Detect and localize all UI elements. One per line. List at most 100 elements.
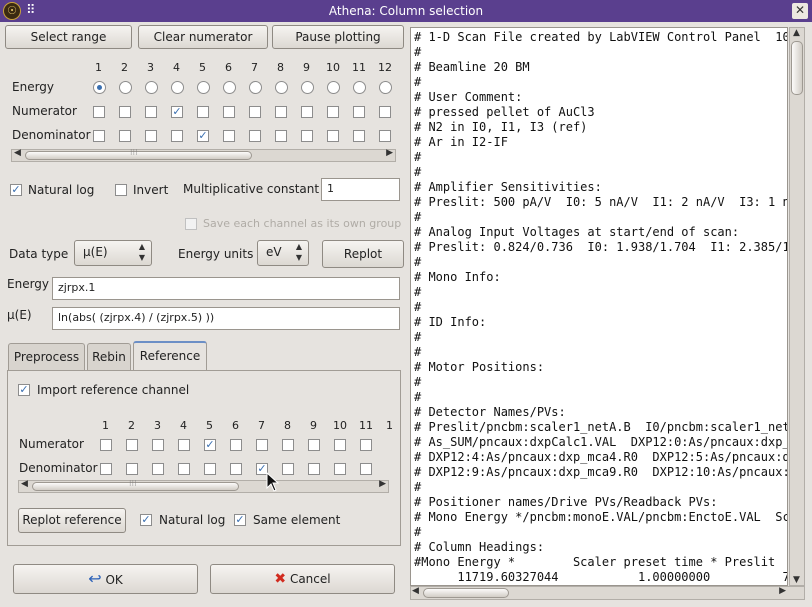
multiplicative-constant-input[interactable]: 1 (321, 178, 400, 201)
reference-denominator-checkbox[interactable] (308, 463, 320, 475)
same-element-checkbox[interactable]: ✓ (234, 514, 246, 526)
numerator-column-checkbox[interactable] (93, 106, 105, 118)
scroll-left-icon[interactable]: ◀ (14, 148, 21, 158)
energy-column-radio[interactable] (119, 81, 132, 94)
ok-button[interactable]: ↩ OK (13, 564, 198, 594)
denominator-column-checkbox[interactable]: ✓ (197, 130, 209, 142)
denominator-column-checkbox[interactable] (275, 130, 287, 142)
scrollbar-thumb[interactable]: ⁝⁝⁝ (25, 148, 252, 160)
denominator-column-checkbox[interactable] (93, 130, 105, 142)
energy-units-select[interactable]: eV ▲ ▼ (257, 240, 309, 266)
reference-column-number: 3 (154, 419, 161, 432)
energy-column-radio[interactable] (379, 81, 392, 94)
numerator-column-checkbox[interactable] (249, 106, 261, 118)
mu-expression-input[interactable]: ln(abs( (zjrpx.4) / (zjrpx.5) )) (52, 307, 400, 330)
reference-column-number: 6 (232, 419, 239, 432)
energy-column-radio[interactable] (249, 81, 262, 94)
reference-denominator-checkbox[interactable] (282, 463, 294, 475)
reference-denominator-checkbox[interactable] (360, 463, 372, 475)
denominator-column-checkbox[interactable] (353, 130, 365, 142)
reference-denominator-checkbox[interactable] (204, 463, 216, 475)
reference-numerator-checkbox[interactable] (256, 439, 268, 451)
numerator-column-checkbox[interactable] (301, 106, 313, 118)
numerator-column-checkbox[interactable] (353, 106, 365, 118)
denominator-column-checkbox[interactable] (223, 130, 235, 142)
numerator-column-checkbox[interactable]: ✓ (171, 106, 183, 118)
reference-numerator-checkbox[interactable] (178, 439, 190, 451)
data-type-select[interactable]: μ(E) ▲ ▼ (74, 240, 152, 266)
numerator-column-checkbox[interactable] (275, 106, 287, 118)
tab-preprocess[interactable]: Preprocess (8, 343, 85, 370)
denominator-column-checkbox[interactable] (379, 130, 391, 142)
reference-numerator-checkbox[interactable] (152, 439, 164, 451)
energy-column-radio[interactable] (353, 81, 366, 94)
pause-plotting-button[interactable]: Pause plotting (272, 25, 404, 49)
file-contents-vertical-scrollbar[interactable]: ▲ ▼ (789, 27, 805, 586)
cancel-button[interactable]: ✖ Cancel (210, 564, 395, 594)
denominator-column-checkbox[interactable] (327, 130, 339, 142)
clear-numerator-button[interactable]: Clear numerator (138, 25, 268, 49)
scroll-up-icon[interactable]: ▲ (793, 28, 800, 38)
import-reference-checkbox[interactable]: ✓ (18, 384, 30, 396)
numerator-column-checkbox[interactable] (223, 106, 235, 118)
replot-button[interactable]: Replot (322, 240, 404, 268)
scrollbar-thumb[interactable] (423, 588, 509, 598)
scroll-left-icon[interactable]: ◀ (412, 586, 419, 596)
reference-denominator-checkbox[interactable] (178, 463, 190, 475)
reference-numerator-checkbox[interactable] (360, 439, 372, 451)
reference-numerator-checkbox[interactable] (334, 439, 346, 451)
tab-reference[interactable]: Reference (133, 341, 207, 371)
energy-column-radio[interactable] (93, 81, 106, 94)
file-contents-horizontal-scrollbar[interactable]: ◀ ▶ (410, 586, 805, 600)
energy-column-radio[interactable] (327, 81, 340, 94)
column-number: 3 (147, 61, 154, 74)
reference-numerator-checkbox[interactable] (230, 439, 242, 451)
energy-column-radio[interactable] (171, 81, 184, 94)
numerator-column-checkbox[interactable] (197, 106, 209, 118)
scrollbar-thumb[interactable] (791, 41, 803, 95)
reference-numerator-checkbox[interactable] (308, 439, 320, 451)
reference-numerator-checkbox[interactable] (100, 439, 112, 451)
file-contents-pane[interactable]: # 1-D Scan File created by LabVIEW Contr… (410, 27, 788, 586)
reference-numerator-checkbox[interactable]: ✓ (204, 439, 216, 451)
invert-checkbox[interactable] (115, 184, 127, 196)
energy-column-radio[interactable] (301, 81, 314, 94)
column-grid-scrollbar[interactable]: ◀ ⁝⁝⁝ ▶ (11, 148, 396, 162)
denominator-column-checkbox[interactable] (171, 130, 183, 142)
column-number: 5 (199, 61, 206, 74)
scrollbar-thumb[interactable]: ⁝⁝⁝ (32, 479, 239, 491)
energy-column-radio[interactable] (223, 81, 236, 94)
energy-column-radio[interactable] (145, 81, 158, 94)
numerator-column-checkbox[interactable] (119, 106, 131, 118)
reference-numerator-checkbox[interactable] (282, 439, 294, 451)
denominator-column-checkbox[interactable] (119, 130, 131, 142)
reference-numerator-checkbox[interactable] (126, 439, 138, 451)
numerator-column-checkbox[interactable] (145, 106, 157, 118)
energy-column-radio[interactable] (197, 81, 210, 94)
scroll-left-icon[interactable]: ◀ (21, 479, 28, 489)
scroll-right-icon[interactable]: ▶ (386, 148, 393, 158)
reference-denominator-checkbox[interactable] (126, 463, 138, 475)
tab-rebin[interactable]: Rebin (87, 343, 131, 370)
denominator-column-checkbox[interactable] (145, 130, 157, 142)
reference-denominator-checkbox[interactable] (334, 463, 346, 475)
select-range-button[interactable]: Select range (5, 25, 132, 49)
energy-expression-input[interactable]: zjrpx.1 (52, 277, 400, 300)
reference-denominator-checkbox[interactable] (100, 463, 112, 475)
reference-denominator-checkbox[interactable] (230, 463, 242, 475)
close-icon[interactable]: ✕ (792, 3, 808, 19)
reference-natural-log-checkbox[interactable]: ✓ (140, 514, 152, 526)
reference-denominator-checkbox[interactable] (152, 463, 164, 475)
scroll-right-icon[interactable]: ▶ (779, 586, 786, 596)
numerator-column-checkbox[interactable] (327, 106, 339, 118)
numerator-column-checkbox[interactable] (379, 106, 391, 118)
reference-grid-scrollbar[interactable]: ◀ ⁝⁝⁝ ▶ (18, 479, 389, 493)
save-each-channel-checkbox[interactable] (185, 218, 197, 230)
scroll-down-icon[interactable]: ▼ (793, 575, 800, 585)
energy-column-radio[interactable] (275, 81, 288, 94)
denominator-column-checkbox[interactable] (301, 130, 313, 142)
denominator-column-checkbox[interactable] (249, 130, 261, 142)
natural-log-checkbox[interactable]: ✓ (10, 184, 22, 196)
scroll-right-icon[interactable]: ▶ (379, 479, 386, 489)
replot-reference-button[interactable]: Replot reference (18, 508, 126, 533)
